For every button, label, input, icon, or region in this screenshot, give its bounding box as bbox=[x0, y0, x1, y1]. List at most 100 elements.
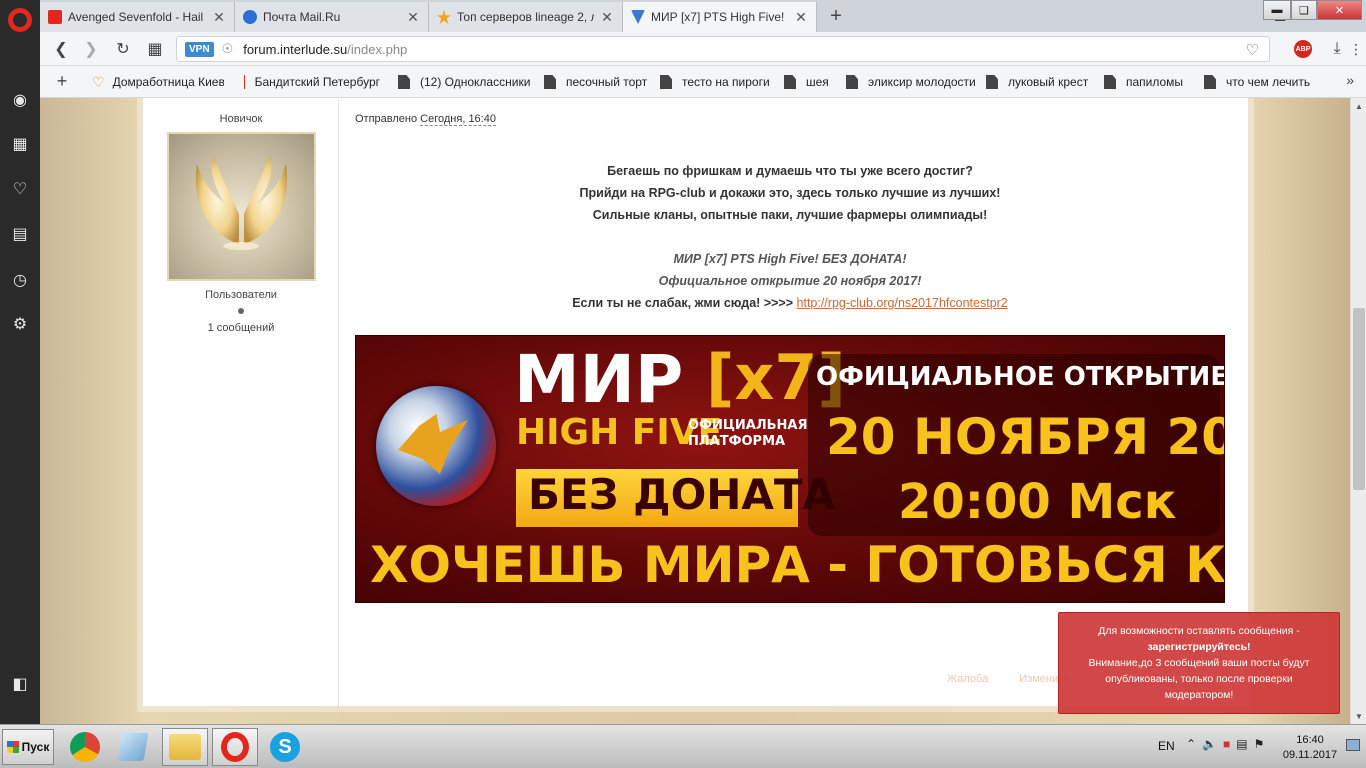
post-link[interactable]: http://rpg-club.org/ns2017hfcontestpr2 bbox=[797, 296, 1008, 310]
history-icon[interactable]: ◷ bbox=[8, 268, 32, 292]
opera-icon bbox=[221, 732, 249, 762]
system-tray[interactable]: ⌃🔈■▤⚑ bbox=[1186, 737, 1270, 751]
tab-mail-ru[interactable]: Почта Mail.Ru ✕ bbox=[235, 2, 429, 32]
bookmark-item[interactable]: ♡ Домработница Киев, bbox=[92, 73, 224, 91]
avatar[interactable] bbox=[167, 132, 316, 281]
heart-icon[interactable]: ♡ bbox=[8, 177, 32, 201]
banner-slogan: ХОЧЕШЬ МИРА - ГОТОВЬСЯ К ВОЙНЕ bbox=[370, 536, 1225, 594]
speed-dial-icon[interactable]: ▦ bbox=[8, 132, 32, 156]
back-icon[interactable]: ❮ bbox=[50, 38, 72, 60]
scroll-up-icon[interactable]: ▲ bbox=[1351, 98, 1366, 114]
bookmark-item[interactable]: Бандитский Петербург bbox=[244, 73, 380, 91]
url-field[interactable]: VPN ☉ forum.interlude.su/index.php ♡ bbox=[176, 36, 1270, 62]
opera-logo-icon[interactable] bbox=[8, 8, 32, 32]
close-icon[interactable]: ✕ bbox=[406, 9, 420, 26]
page-scrollbar[interactable]: ▲ ▼ bbox=[1350, 98, 1366, 724]
tab-avenged-sevenfold[interactable]: Avenged Sevenfold - Hail to t ✕ bbox=[40, 2, 235, 32]
bookmark-item[interactable]: (12) Одноклассники bbox=[398, 73, 530, 91]
promo-banner[interactable]: МИР [x7] HIGH FIVE ОФИЦИАЛЬНАЯ ПЛАТФОРМА… bbox=[355, 335, 1225, 603]
page-icon bbox=[1204, 75, 1216, 89]
camera-icon[interactable]: ◉ bbox=[8, 88, 32, 112]
taskbar-chrome[interactable] bbox=[62, 728, 108, 766]
banner-platform: ОФИЦИАЛЬНАЯ ПЛАТФОРМА bbox=[688, 418, 807, 450]
banner-platform-line: ПЛАТФОРМА bbox=[688, 434, 786, 449]
news-icon[interactable]: ▤ bbox=[8, 222, 32, 246]
bookmark-label: папиломы bbox=[1126, 75, 1184, 89]
adblock-icon[interactable]: ABP bbox=[1294, 40, 1312, 58]
minimize-button[interactable]: ▬ bbox=[1263, 0, 1291, 20]
bookmark-item[interactable]: папиломы bbox=[1104, 73, 1183, 91]
more-bookmarks-icon[interactable]: » bbox=[1346, 72, 1354, 88]
author-rank: Новичок bbox=[219, 113, 263, 125]
easy-setup-icon[interactable]: ⋮ bbox=[1348, 38, 1364, 60]
bookmark-label: песочный торт bbox=[566, 75, 648, 89]
url-text: forum.interlude.su/index.php bbox=[243, 42, 407, 57]
register-link[interactable]: зарегистрируйтесь! bbox=[1147, 641, 1250, 653]
post-author: Новичок Пользователи 1 сообщений bbox=[143, 98, 339, 706]
notice-line: Для возможности оставлять сообщения - bbox=[1098, 625, 1300, 637]
bookmark-item[interactable]: шея bbox=[784, 73, 829, 91]
registration-notice[interactable]: Для возможности оставлять сообщения - за… bbox=[1058, 612, 1340, 714]
clock-date: 09.11.2017 bbox=[1282, 749, 1338, 761]
post-date-link[interactable]: Сегодня, 16:40 bbox=[420, 113, 496, 126]
volume-icon[interactable]: 🔈 bbox=[1202, 737, 1223, 751]
vpn-badge[interactable]: VPN bbox=[185, 41, 214, 57]
bookmark-label: Бандитский Петербург bbox=[254, 75, 380, 89]
bookmark-item[interactable]: эликсир молодости bbox=[846, 73, 976, 91]
tab-title: Топ серверов lineage 2, лучш bbox=[457, 10, 594, 24]
download-icon[interactable]: ⤓ bbox=[1326, 38, 1348, 60]
taskbar-skype[interactable]: S bbox=[262, 728, 308, 766]
taskbar-explorer[interactable] bbox=[162, 728, 208, 766]
close-window-button[interactable]: ✕ bbox=[1317, 0, 1362, 20]
maximize-button[interactable]: ❏ bbox=[1291, 0, 1317, 20]
popcorn-icon bbox=[244, 75, 245, 89]
post-text-line: Бегаешь по фришкам и думаешь что ты уже … bbox=[607, 164, 973, 178]
sidebar-toggle-icon[interactable]: ◧ bbox=[8, 672, 32, 696]
bookmark-item[interactable]: песочный торт bbox=[544, 73, 647, 91]
close-icon[interactable]: ✕ bbox=[600, 9, 614, 26]
windows-logo-icon bbox=[6, 741, 19, 753]
language-indicator[interactable]: EN bbox=[1158, 739, 1175, 753]
close-icon[interactable]: ✕ bbox=[794, 9, 808, 26]
close-icon[interactable]: ✕ bbox=[212, 9, 226, 26]
tab-lineage-top[interactable]: Топ серверов lineage 2, лучш ✕ bbox=[429, 2, 623, 32]
show-desktop-icon[interactable] bbox=[1346, 739, 1360, 751]
clock-time: 16:40 bbox=[1296, 734, 1324, 746]
add-bookmark-button[interactable]: + bbox=[52, 70, 72, 92]
tab-title: МИР [x7] PTS High Five! БЕЗ bbox=[651, 10, 788, 24]
skype-icon: S bbox=[270, 732, 300, 762]
banner-time: 20:00 Мск bbox=[898, 474, 1177, 530]
author-post-count: 1 сообщений bbox=[207, 322, 275, 334]
settings-gear-icon[interactable]: ⚙ bbox=[8, 312, 32, 336]
system-clock[interactable]: 16:40 09.11.2017 bbox=[1282, 733, 1338, 763]
taskbar-notepad[interactable] bbox=[110, 728, 156, 766]
post-text-prefix: Если ты не слабак, жми сюда! >>>> bbox=[572, 296, 794, 310]
bookmark-item[interactable]: тесто на пироги bbox=[660, 73, 770, 91]
security-icon[interactable]: ■ bbox=[1223, 737, 1236, 751]
bookmark-item[interactable]: что чем лечить bbox=[1204, 73, 1310, 91]
bookmark-label: что чем лечить bbox=[1226, 75, 1311, 89]
post-date-label: Отправлено bbox=[355, 113, 418, 125]
address-bar: ❮ ❯ ↻ ▦ VPN ☉ forum.interlude.su/index.p… bbox=[40, 32, 1366, 66]
forum-icon bbox=[631, 10, 645, 24]
flag-icon[interactable]: ⚑ bbox=[1254, 737, 1271, 751]
tab-mir-x7[interactable]: МИР [x7] PTS High Five! БЕЗ ✕ bbox=[623, 2, 817, 32]
scroll-thumb[interactable] bbox=[1353, 308, 1365, 490]
forward-icon[interactable]: ❯ bbox=[80, 38, 102, 60]
reload-icon[interactable]: ↻ bbox=[112, 38, 134, 60]
bookmark-label: эликсир молодости bbox=[868, 75, 976, 89]
network-icon[interactable]: ▤ bbox=[1236, 737, 1253, 751]
scroll-down-icon[interactable]: ▼ bbox=[1351, 708, 1366, 724]
bookmark-heart-icon[interactable]: ♡ bbox=[1246, 41, 1259, 59]
taskbar-opera[interactable] bbox=[212, 728, 258, 766]
new-tab-button[interactable]: + bbox=[824, 4, 848, 28]
show-hidden-icons-icon[interactable]: ⌃ bbox=[1186, 737, 1202, 751]
banner-title: МИР bbox=[514, 341, 684, 418]
tabs-grid-icon[interactable]: ▦ bbox=[144, 38, 166, 60]
wings-image bbox=[195, 156, 288, 250]
notice-line: Внимание,до 3 сообщений ваши посты будут bbox=[1088, 657, 1310, 669]
start-button[interactable]: Пуск bbox=[2, 729, 54, 765]
offline-status-icon bbox=[238, 308, 244, 314]
report-button[interactable]: Жалоба bbox=[947, 673, 988, 685]
bookmark-item[interactable]: луковый крест bbox=[986, 73, 1088, 91]
